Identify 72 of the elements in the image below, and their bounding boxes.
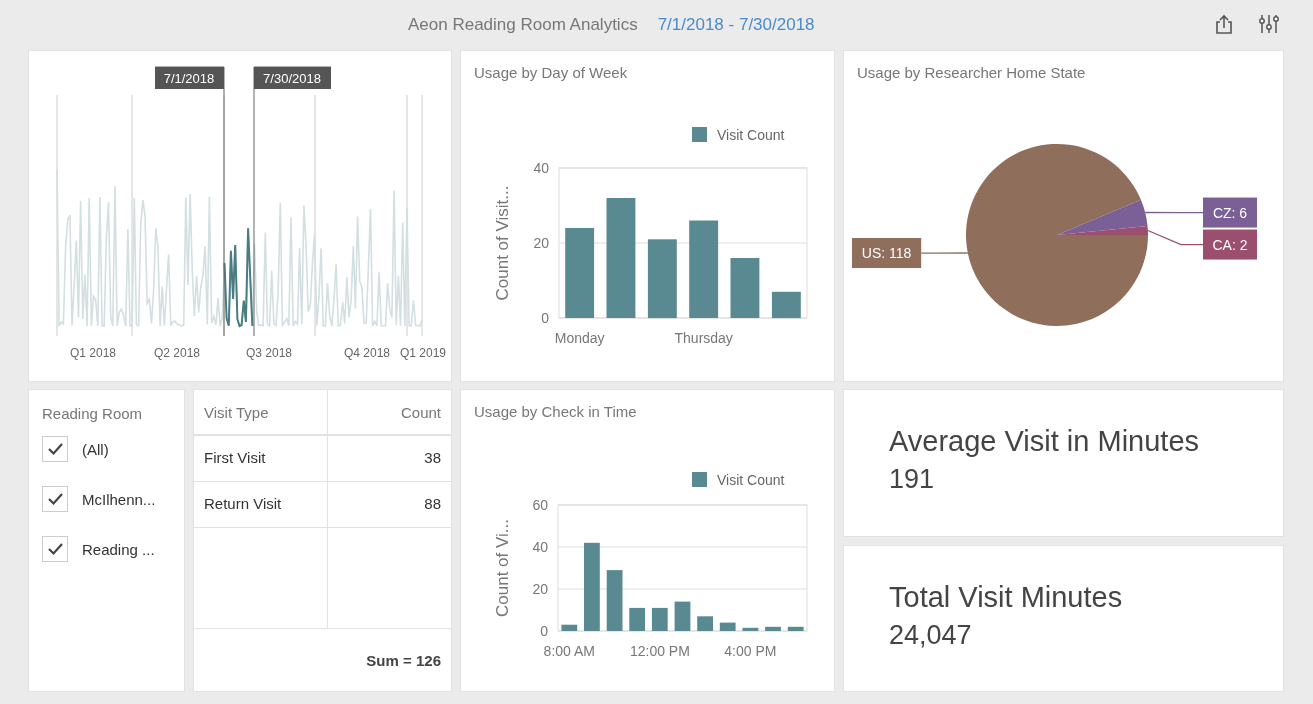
axis-title: Count of Vi... <box>493 519 512 617</box>
axis-tick-label: 40 <box>533 160 549 176</box>
column-header: Count <box>399 403 442 423</box>
kpi-value: 24,047 <box>889 619 973 651</box>
checkmark-icon <box>46 542 64 556</box>
leader-line <box>1147 229 1204 246</box>
kpi-label: Average Visit in Minutes <box>889 425 1201 458</box>
table-cell: Return Visit <box>194 482 328 527</box>
bar <box>771 291 801 319</box>
checkmark-icon <box>46 492 64 506</box>
checkmark-icon <box>46 442 64 456</box>
export-icon[interactable] <box>1215 14 1233 34</box>
table-cell-text: 88 <box>423 494 442 514</box>
axis-tick-label: Monday <box>554 330 605 346</box>
bar <box>697 616 713 631</box>
filter-settings-icon[interactable] <box>1258 14 1280 34</box>
bar <box>629 607 646 631</box>
bar <box>651 607 668 631</box>
axis-tick-label: Thursday <box>674 330 733 346</box>
chart-title: Usage by Check in Time <box>474 403 637 420</box>
data-label: US: 118 <box>852 238 922 269</box>
bar <box>742 627 759 631</box>
data-label: CA: 2 <box>1203 229 1257 260</box>
data-label: US: 118 <box>861 245 912 262</box>
bar <box>674 601 691 631</box>
axis-tick-label: 12:00 PM <box>629 643 690 659</box>
checkbox[interactable] <box>42 436 68 462</box>
checkbox-item[interactable]: McIlhenn... <box>42 486 184 512</box>
chart-title: Usage by Researcher Home State <box>857 64 1086 81</box>
axis-label: Q1 2019 <box>400 346 446 360</box>
legend-label: Visit Count <box>717 472 785 488</box>
checkbox-item[interactable]: Reading ... <box>42 536 184 562</box>
table-total: Sum = 126 <box>366 651 441 669</box>
axis-tick-label: 0 <box>541 310 549 326</box>
bar <box>606 570 623 631</box>
filter-title: Reading Room <box>41 404 144 422</box>
bar <box>719 622 736 631</box>
dashboard-title: Aeon Reading Room Analytics <box>408 15 638 35</box>
legend-swatch <box>692 472 707 487</box>
data-label: CZ: 6 <box>1212 204 1248 221</box>
data-label: CZ: 6 <box>1203 197 1257 228</box>
table-cell-text: 38 <box>423 448 442 468</box>
axis-label: Q1 2018 <box>70 346 116 360</box>
bar <box>561 624 578 631</box>
axis-title: Count of Visit... <box>493 185 512 301</box>
kpi-label: Total Visit Minutes <box>889 580 1124 614</box>
axis-tick-label: 4:00 PM <box>724 643 777 659</box>
data-label: CA: 2 <box>1212 236 1248 253</box>
axis-tick-label: 8:00 AM <box>543 643 595 659</box>
date-range: 7/1/2018 - 7/30/2018 <box>657 15 815 35</box>
leader-line <box>920 252 969 254</box>
column-header: Visit Type <box>194 390 328 434</box>
axis-label: Q4 2018 <box>344 346 390 360</box>
axis-tick-label: 20 <box>533 235 549 251</box>
bar <box>730 258 760 318</box>
bar <box>787 626 804 631</box>
checkbox-item[interactable]: (All) <box>42 436 184 462</box>
legend-swatch <box>692 127 707 142</box>
legend-label: Visit Count <box>717 127 785 143</box>
leader-line <box>1144 211 1204 214</box>
axis-label: Q3 2018 <box>246 346 292 360</box>
axis-label: Q2 2018 <box>154 346 200 360</box>
checkbox[interactable] <box>42 486 68 512</box>
table-cell: First Visit <box>194 436 328 481</box>
axis-tick-label: 60 <box>532 497 548 513</box>
checkbox[interactable] <box>42 536 68 562</box>
axis-tick-label: 20 <box>532 581 548 597</box>
axis-tick-label: 0 <box>540 623 548 639</box>
bar <box>765 626 781 631</box>
chart-title: Usage by Day of Week <box>474 64 628 81</box>
axis-tick-label: 40 <box>532 539 548 555</box>
kpi-value: 191 <box>889 464 936 495</box>
